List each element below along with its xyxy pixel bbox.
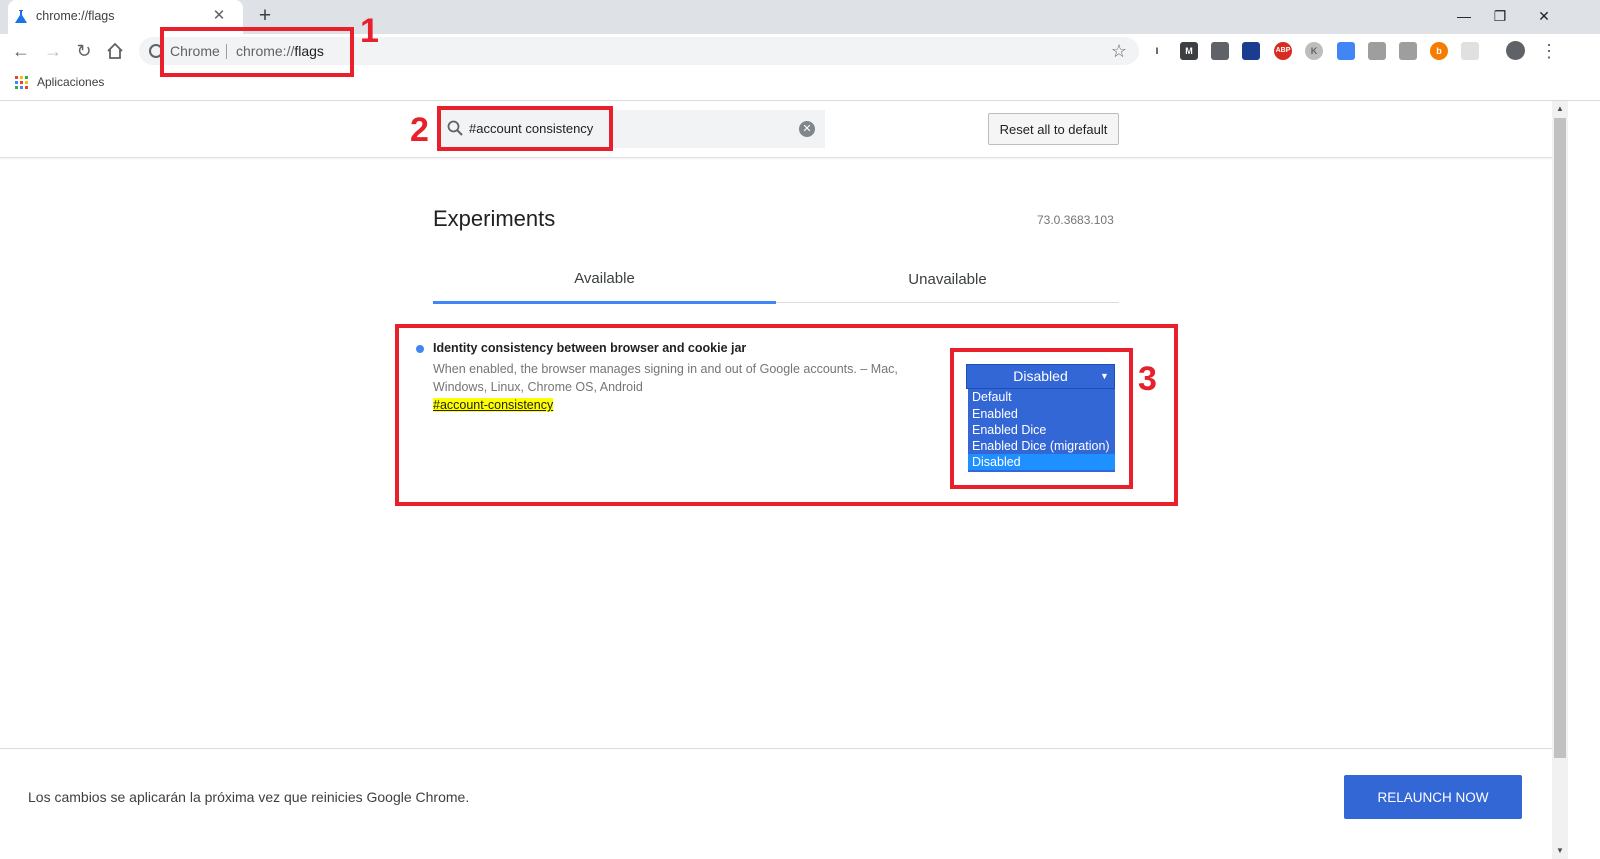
ext-abp-icon[interactable]: ABP — [1274, 42, 1292, 60]
home-icon[interactable] — [105, 41, 125, 61]
ext-b-icon[interactable]: b — [1430, 42, 1448, 60]
flask-icon — [15, 10, 27, 23]
reset-all-button[interactable]: Reset all to default — [988, 113, 1119, 145]
ext-translate-icon[interactable] — [1337, 42, 1355, 60]
annotation-box-1 — [160, 27, 354, 77]
back-icon[interactable]: ← — [10, 40, 32, 62]
ext-wave-icon[interactable] — [1368, 42, 1386, 60]
clear-search-icon[interactable]: ✕ — [799, 121, 815, 137]
relaunch-now-button[interactable]: RELAUNCH NOW — [1344, 775, 1522, 819]
minimize-icon[interactable]: — — [1450, 4, 1478, 28]
ext-news-icon[interactable] — [1242, 42, 1260, 60]
reload-icon[interactable]: ↻ — [73, 40, 95, 62]
scrollbar-thumb[interactable] — [1554, 118, 1566, 758]
annotation-number-2: 2 — [410, 111, 429, 149]
annotation-number-1: 1 — [360, 12, 379, 50]
page-title: Experiments — [433, 206, 556, 231]
ext-code-icon[interactable] — [1399, 42, 1417, 60]
tab-unavailable[interactable]: Unavailable — [776, 262, 1119, 302]
annotation-box-3 — [950, 348, 1133, 489]
ext-puzzle-icon[interactable] — [1461, 42, 1479, 60]
ext-m-icon[interactable]: M — [1180, 42, 1198, 60]
bookmark-star-icon[interactable]: ☆ — [1108, 40, 1130, 62]
menu-dots-icon[interactable]: ⋮ — [1540, 40, 1558, 62]
ext-gear-icon[interactable] — [1211, 42, 1229, 60]
restore-icon[interactable]: ❐ — [1486, 4, 1514, 28]
forward-icon[interactable]: → — [42, 40, 64, 62]
tab-title: chrome://flags — [36, 9, 115, 23]
ext-k-icon[interactable]: K — [1305, 42, 1323, 60]
close-window-icon[interactable]: ✕ — [1530, 4, 1558, 28]
close-tab-icon[interactable]: ✕ — [210, 7, 228, 25]
version-label: 73.0.3683.103 — [1037, 213, 1114, 227]
new-tab-button[interactable]: + — [254, 5, 276, 27]
annotation-number-3: 3 — [1138, 360, 1157, 398]
active-tab-indicator — [433, 301, 776, 304]
annotation-box-2 — [437, 106, 613, 151]
apps-grid-icon[interactable] — [15, 76, 28, 89]
apps-bookmark[interactable]: Aplicaciones — [37, 75, 104, 89]
relaunch-message: Los cambios se aplicarán la próxima vez … — [28, 789, 470, 805]
ext-i-icon[interactable]: I — [1148, 42, 1166, 60]
profile-avatar-icon[interactable] — [1506, 41, 1525, 60]
scroll-down-icon[interactable]: ▼ — [1552, 843, 1568, 859]
scroll-up-icon[interactable]: ▲ — [1552, 101, 1568, 117]
tab-available[interactable]: Available — [433, 262, 776, 302]
